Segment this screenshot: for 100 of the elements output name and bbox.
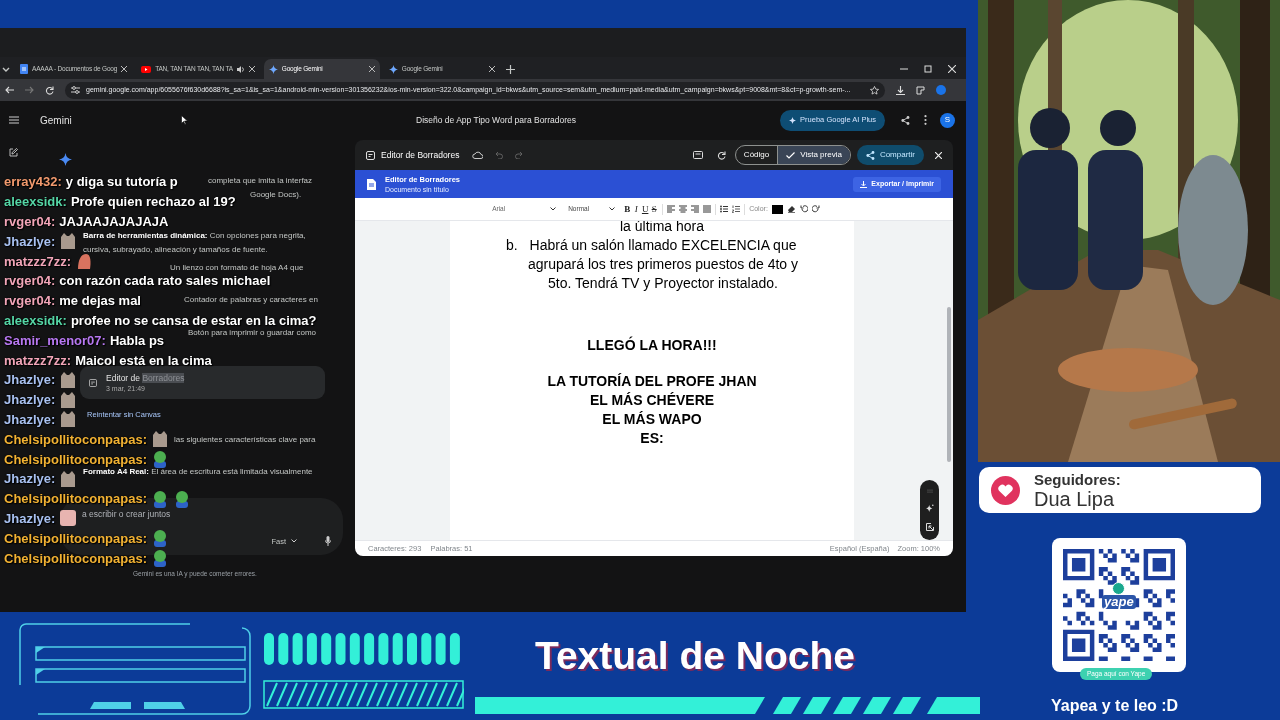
maximize-icon[interactable]: [924, 65, 932, 73]
format-button[interactable]: U: [641, 204, 650, 214]
response-text: cursiva, subrayado, alineación y tamaños de fuente.: [83, 244, 268, 256]
cloud-icon[interactable]: [472, 151, 484, 159]
chat-username: Jhazlye:: [4, 233, 56, 249]
response-text: completa que imita la interfaz: [208, 175, 313, 187]
bullet-list-icon[interactable]: [720, 205, 729, 213]
emote-icon: [151, 450, 169, 469]
chat-message: profee no se cansa de estar en la cima?: [70, 312, 317, 328]
close-icon[interactable]: [948, 65, 956, 73]
redo-icon[interactable]: [515, 151, 524, 159]
chat-username: aleexsidk:: [4, 194, 67, 210]
chat-message: y diga su tutoría p: [65, 174, 178, 190]
speaker-icon[interactable]: [236, 65, 245, 73]
view-toggle-tab[interactable]: Código: [735, 146, 778, 164]
download-icon: [860, 180, 868, 188]
sparkle-icon: [268, 64, 278, 74]
close-icon[interactable]: [368, 66, 375, 72]
format-button[interactable]: B: [623, 204, 632, 214]
close-icon[interactable]: [121, 66, 128, 72]
document-heading: LA TUTORÍA DEL PROFE JHAN: [546, 372, 758, 391]
align-right-icon[interactable]: [691, 205, 700, 213]
undo-icon[interactable]: [799, 205, 808, 213]
follower-name: Dua Lipa: [1034, 487, 1115, 510]
view-toggle-tab[interactable]: Vista previa: [777, 146, 850, 164]
share-icon[interactable]: [901, 115, 910, 125]
emote-icon: [151, 529, 169, 548]
logo-text: yape: [1102, 595, 1136, 609]
canvas-icon: [366, 150, 375, 160]
emote-icon: [59, 469, 78, 488]
sparkle-icon[interactable]: [925, 504, 934, 512]
microphone-icon[interactable]: [325, 536, 331, 547]
chat-username: Jhazlye:: [4, 510, 56, 526]
video-icon: [141, 65, 152, 73]
select-icon[interactable]: [925, 522, 934, 531]
chat-username: Jhazlye:: [4, 471, 56, 487]
document-heading: EL MÁS CHÉVERE: [588, 391, 716, 410]
mouse-cursor-icon: [181, 115, 188, 125]
document-heading: LLEGÓ LA HORA!!!: [586, 336, 718, 355]
scrollbar-thumb[interactable]: [947, 307, 951, 462]
document-page[interactable]: [450, 221, 854, 540]
edit-icon[interactable]: [9, 148, 18, 157]
justify-icon[interactable]: [703, 205, 712, 213]
chat-message: me dejas mal: [59, 293, 141, 309]
chat-username: matzzz7zz:: [4, 352, 72, 368]
profile-avatar-icon[interactable]: [936, 85, 946, 95]
align-left-icon[interactable]: [667, 205, 676, 213]
chevron-down-icon: [291, 539, 297, 544]
extension-icon[interactable]: [916, 85, 925, 95]
share-button[interactable]: Compartir: [856, 145, 924, 165]
reload-icon[interactable]: [45, 85, 54, 95]
chat-username: Chelsipollitoconpapas:: [4, 431, 147, 447]
emote-icon: [59, 509, 78, 528]
chat-username: Chelsipollitoconpapas:: [4, 530, 147, 546]
document-text: la última hora: [618, 221, 705, 236]
redo-icon[interactable]: [811, 205, 820, 213]
canvas-title: Editor de Borradores: [381, 148, 460, 162]
yape-caption: Yapea y te leo :D: [1051, 696, 1179, 716]
emote-icon: [151, 549, 169, 568]
response-text: Google Docs).: [250, 189, 302, 201]
response-text: las siguientes características clave para: [174, 434, 316, 446]
format-button[interactable]: S: [650, 204, 659, 214]
site-settings-icon[interactable]: [71, 86, 80, 94]
gemini-sparkle-icon: [59, 153, 72, 166]
align-center-icon[interactable]: [679, 205, 688, 213]
chat-username: Chelsipollitoconpapas:: [4, 550, 147, 566]
close-icon[interactable]: [248, 66, 255, 72]
color-swatch[interactable]: [771, 204, 783, 214]
refresh-icon[interactable]: [716, 150, 726, 160]
emote-icon: [173, 489, 191, 508]
console-icon[interactable]: [692, 151, 703, 159]
new-tab-icon[interactable]: [505, 65, 515, 74]
list-marker: b.: [506, 236, 519, 255]
chat-username: rvger04:: [4, 273, 56, 289]
emote-icon: [59, 370, 78, 389]
forward-icon[interactable]: [25, 86, 34, 94]
card-title: Editor de Borradores: [106, 371, 185, 384]
response-text: Un lienzo con formato de hoja A4 que: [170, 262, 304, 274]
more-icon[interactable]: [924, 115, 927, 125]
format-button[interactable]: I: [632, 204, 641, 214]
chat-username: aleexsidk:: [4, 312, 67, 328]
conversation-title: Diseño de App Tipo Word para Borradores: [416, 113, 577, 127]
eraser-icon[interactable]: [786, 205, 796, 213]
check-icon: [786, 151, 796, 159]
sparkle-icon: [789, 116, 797, 124]
download-icon[interactable]: [896, 85, 905, 95]
star-icon[interactable]: [870, 85, 879, 95]
share-icon: [865, 150, 875, 160]
document-heading: ES:: [639, 429, 665, 448]
chevron-down-icon[interactable]: [2, 67, 10, 73]
user-avatar[interactable]: S: [940, 112, 955, 128]
close-icon[interactable]: [488, 66, 495, 72]
menu-icon[interactable]: [9, 116, 19, 124]
undo-icon[interactable]: [495, 151, 504, 159]
prompt-field[interactable]: a escribir o crear juntos: [82, 507, 282, 521]
numbered-list-icon[interactable]: [732, 205, 741, 213]
chat-message: Maicol está en la cima: [75, 352, 212, 368]
chat-username: rvger04:: [4, 214, 56, 229]
back-icon[interactable]: [5, 86, 14, 94]
minimize-icon[interactable]: [900, 65, 908, 73]
